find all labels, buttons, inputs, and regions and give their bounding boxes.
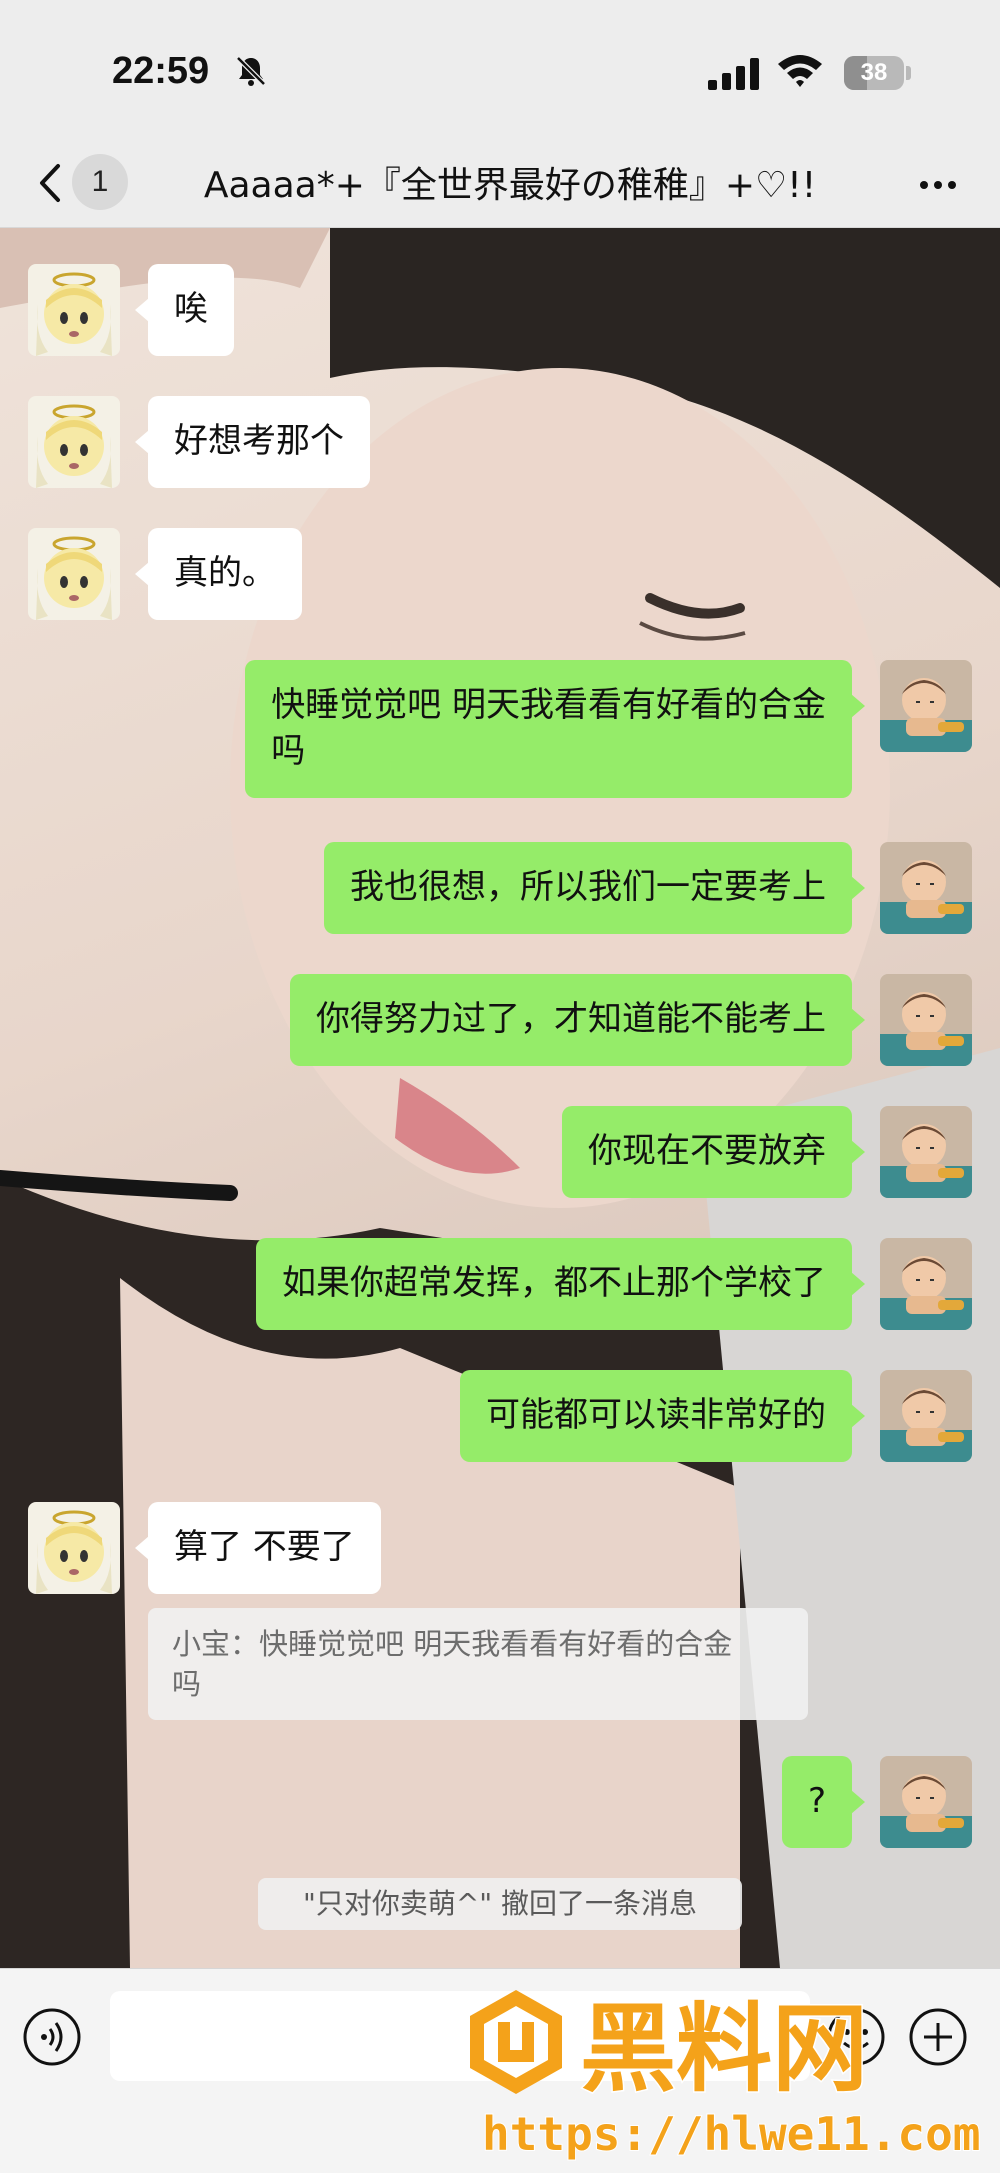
watermark-url: https://hlwe11.com — [482, 2107, 981, 2161]
my-avatar[interactable] — [880, 1756, 972, 1848]
voice-icon[interactable] — [22, 2007, 82, 2067]
message-text: 真的。 — [174, 553, 276, 593]
my-avatar[interactable] — [880, 660, 972, 752]
bubble-tail — [135, 562, 149, 586]
my-avatar[interactable] — [880, 974, 972, 1066]
unread-count-badge[interactable]: 1 — [72, 154, 128, 210]
message-bubble[interactable]: 可能都可以读非常好的 — [460, 1370, 852, 1462]
message-text: 可能都可以读非常好的 — [486, 1395, 826, 1435]
quoted-message-line1: 小宝：快睡觉觉吧 明天我看看有好看的合金 — [172, 1627, 733, 1661]
my-avatar[interactable] — [880, 1238, 972, 1330]
wifi-icon — [778, 55, 822, 87]
bubble-tail — [851, 1272, 865, 1296]
message-bubble[interactable]: 算了 不要了 — [148, 1502, 381, 1594]
contact-avatar[interactable] — [28, 528, 120, 620]
bubble-tail — [851, 1140, 865, 1164]
message-text: 如果你超常发挥，都不止那个学校了 — [282, 1263, 826, 1303]
message-text: 算了 不要了 — [174, 1527, 355, 1567]
sent-message: 你现在不要放弃 — [0, 1106, 1000, 1198]
chat-message-area[interactable]: 唉好想考那个 真的。 快睡觉觉吧 明天我看看有好看的合金吗我也很想，所以我们一定要考… — [0, 228, 1000, 1968]
sent-message: 如果你超常发挥，都不止那个学校了 — [0, 1238, 1000, 1330]
message-bubble[interactable]: 你现在不要放弃 — [562, 1106, 852, 1198]
message-bubble[interactable]: 如果你超常发挥，都不止那个学校了 — [256, 1238, 852, 1330]
site-watermark: 黑料网 https://hlwe11.com — [470, 1990, 982, 2162]
bubble-tail — [851, 1790, 865, 1814]
sent-message: 可能都可以读非常好的 — [0, 1370, 1000, 1462]
sent-message: 我也很想，所以我们一定要考上 — [0, 842, 1000, 934]
watermark-name: 黑料网 — [580, 1993, 868, 2105]
received-message: 唉 — [0, 264, 1000, 356]
message-text: 你现在不要放弃 — [588, 1131, 826, 1171]
sent-message: 快睡觉觉吧 明天我看看有好看的合金吗 — [0, 660, 1000, 798]
message-bubble[interactable]: 好想考那个 — [148, 396, 370, 488]
message-bubble[interactable]: 唉 — [148, 264, 234, 356]
my-avatar[interactable] — [880, 1370, 972, 1462]
battery-indicator: 38 — [844, 56, 904, 90]
message-text: 快睡觉觉吧 明天我看看有好看的合金 — [271, 685, 826, 725]
bubble-tail — [851, 1008, 865, 1032]
received-message: 真的。 — [0, 528, 1000, 620]
bubble-tail — [135, 298, 149, 322]
contact-avatar[interactable] — [28, 396, 120, 488]
message-bubble[interactable]: 真的。 — [148, 528, 302, 620]
sent-message: 你得努力过了，才知道能不能考上 — [0, 974, 1000, 1066]
bubble-tail — [851, 694, 865, 718]
quoted-message-line2: 吗 — [172, 1667, 202, 1701]
status-time: 22:59 — [112, 50, 210, 92]
contact-avatar[interactable] — [28, 264, 120, 356]
bubble-tail — [851, 1404, 865, 1428]
bell-slash-icon — [236, 56, 266, 86]
my-avatar[interactable] — [880, 842, 972, 934]
my-avatar[interactable] — [880, 1106, 972, 1198]
sent-message: ? — [0, 1756, 1000, 1848]
watermark-logo-icon — [470, 1990, 562, 2094]
bubble-tail — [851, 876, 865, 900]
message-bubble[interactable]: 快睡觉觉吧 明天我看看有好看的合金吗 — [245, 660, 852, 798]
quoted-message[interactable]: 小宝：快睡觉觉吧 明天我看看有好看的合金 吗 — [148, 1608, 808, 1720]
received-message: 好想考那个 — [0, 396, 1000, 488]
more-dots-icon[interactable] — [910, 160, 966, 210]
battery-text: 38 — [860, 59, 888, 86]
message-bubble[interactable]: ? — [781, 1756, 852, 1848]
received-message: 算了 不要了 — [0, 1502, 1000, 1594]
message-text: 唉 — [174, 289, 208, 329]
status-bar: 22:59 38 — [0, 0, 1000, 140]
bubble-tail — [135, 1536, 149, 1560]
recall-notice: "只对你卖萌^" 撤回了一条消息 — [258, 1878, 742, 1930]
message-text: 我也很想，所以我们一定要考上 — [350, 867, 826, 907]
chat-title: Aaaaa*+『全世界最好の稚稚』+♡!! — [203, 165, 817, 206]
message-text: 你得努力过了，才知道能不能考上 — [316, 999, 826, 1039]
chat-nav-bar: 1 Aaaaa*+『全世界最好の稚稚』+♡!! — [0, 140, 1000, 228]
message-text: ? — [807, 1781, 826, 1821]
contact-avatar[interactable] — [28, 1502, 120, 1594]
message-text: 好想考那个 — [174, 421, 344, 461]
bubble-tail — [135, 430, 149, 454]
message-bubble[interactable]: 你得努力过了，才知道能不能考上 — [290, 974, 852, 1066]
message-text: 吗 — [271, 731, 306, 771]
chevron-left-icon[interactable] — [34, 158, 64, 208]
battery-tip — [906, 66, 911, 80]
signal-icon — [708, 58, 759, 90]
message-bubble[interactable]: 我也很想，所以我们一定要考上 — [324, 842, 852, 934]
